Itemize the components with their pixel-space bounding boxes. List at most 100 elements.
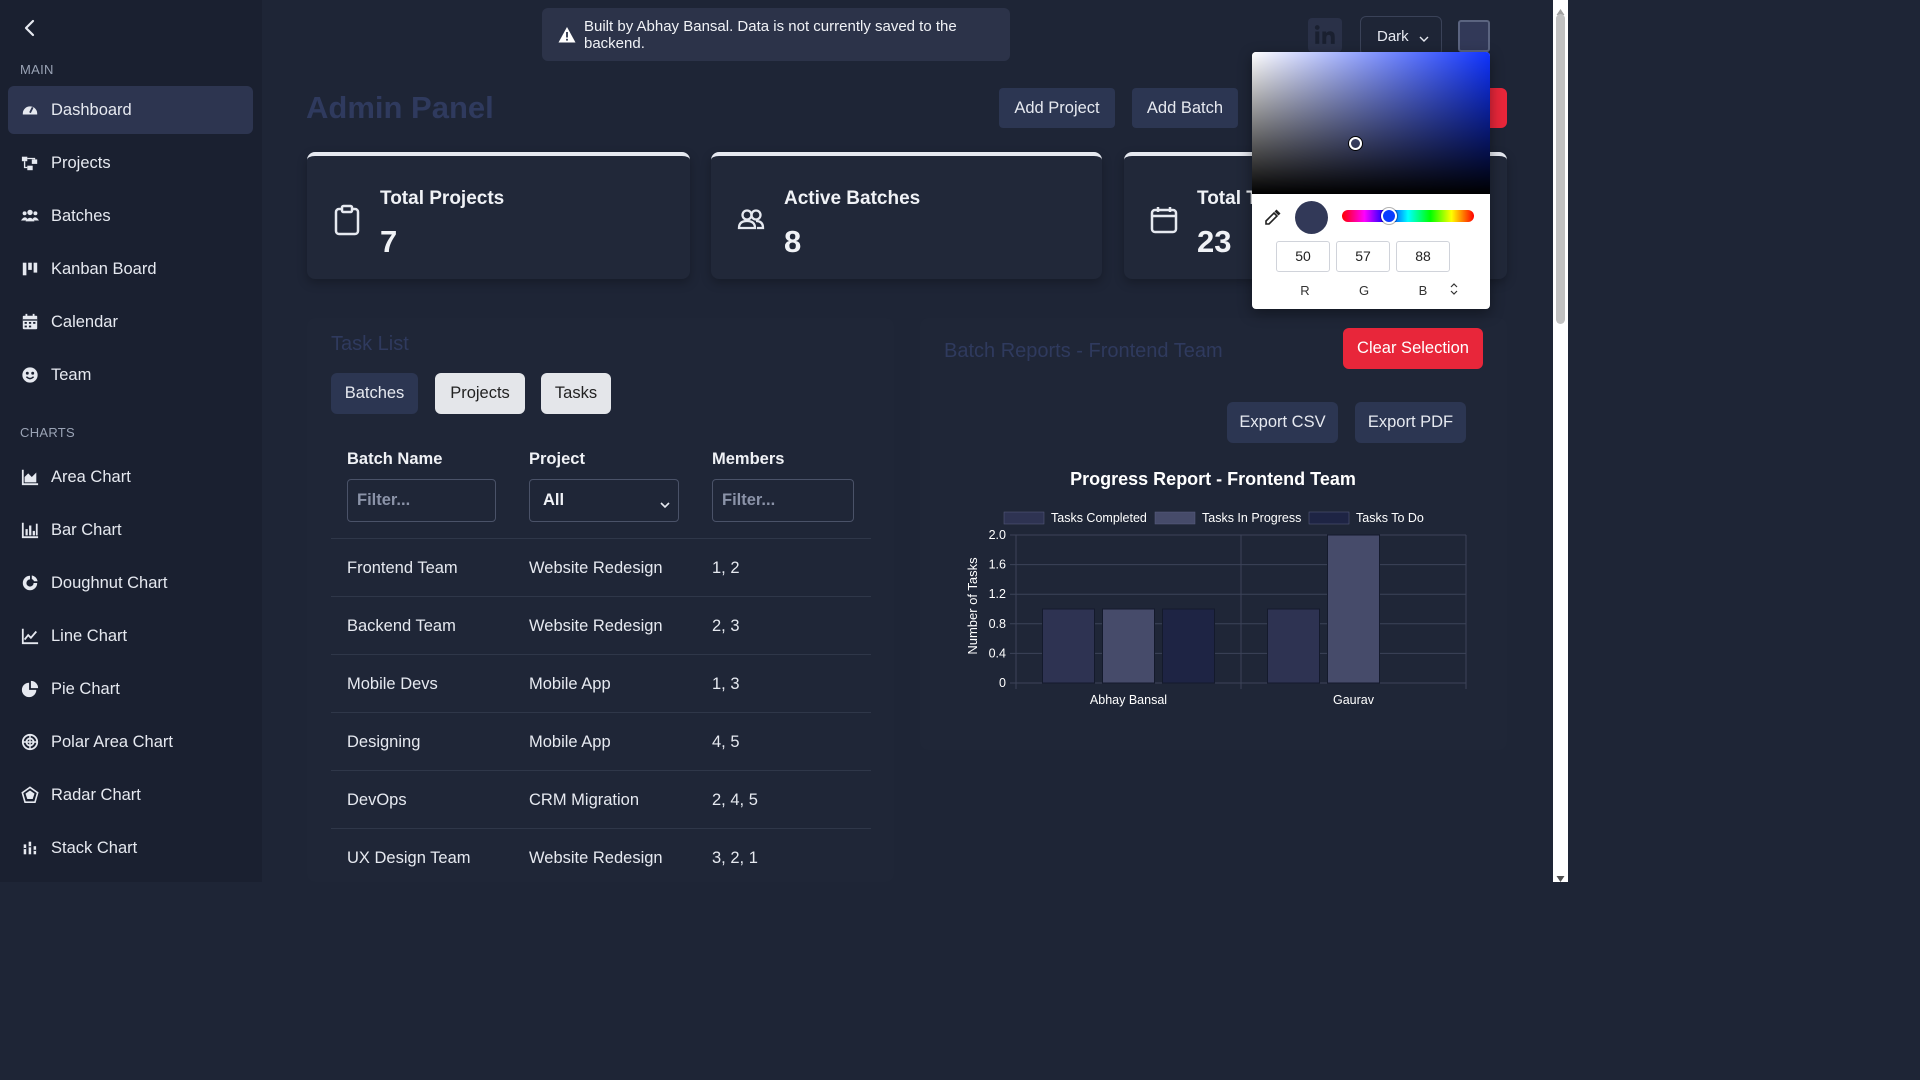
blue-label: B xyxy=(1418,283,1428,298)
page-scrollbar[interactable] xyxy=(1553,0,1568,882)
project-cell: Website Redesign xyxy=(529,559,663,577)
add-batch-button[interactable]: Add Batch xyxy=(1132,88,1238,128)
red-label: R xyxy=(1300,283,1310,298)
sidebar-item-dashboard[interactable]: Dashboard xyxy=(8,86,253,134)
table-row[interactable]: Backend Team Website Redesign 2, 3 xyxy=(331,596,871,654)
sidebar-item-label: Area Chart xyxy=(51,467,131,486)
members-cell: 3, 2, 1 xyxy=(712,849,758,867)
blue-input[interactable]: 88 xyxy=(1396,241,1450,272)
sidebar-item-label: Stack Chart xyxy=(51,838,138,857)
table-row[interactable]: DevOps CRM Migration 2, 4, 5 xyxy=(331,770,871,828)
members-cell: 4, 5 xyxy=(712,733,740,751)
tab-projects[interactable]: Projects xyxy=(435,373,525,414)
scroll-up-icon[interactable] xyxy=(1556,3,1565,15)
sidebar-item-polar-area-chart[interactable]: Polar Area Chart xyxy=(8,718,253,766)
legend-label: Tasks In Progress xyxy=(1202,511,1301,525)
sidebar-item-label: Pie Chart xyxy=(51,679,120,698)
stat-card-total-projects: Total Projects 7 xyxy=(307,152,690,279)
sidebar-item-kanban[interactable]: Kanban Board xyxy=(8,245,253,293)
main-section-label: MAIN xyxy=(20,62,54,77)
table-row[interactable]: Mobile Devs Mobile App 1, 3 xyxy=(331,654,871,712)
batch-name-cell: UX Design Team xyxy=(347,849,471,867)
y-tick-label: 2.0 xyxy=(989,528,1006,542)
green-input[interactable]: 57 xyxy=(1336,241,1390,272)
clear-selection-button[interactable]: Clear Selection xyxy=(1343,328,1483,369)
sidebar-item-label: Projects xyxy=(51,153,111,172)
column-header-members[interactable]: Members xyxy=(712,450,784,469)
calendar-icon xyxy=(1150,204,1178,236)
chart-title: Progress Report - Frontend Team xyxy=(1070,469,1356,489)
green-label: G xyxy=(1358,283,1370,298)
legend-swatch xyxy=(1003,511,1045,525)
add-project-button[interactable]: Add Project xyxy=(999,88,1115,128)
hue-slider[interactable] xyxy=(1342,210,1474,222)
saturation-value-handle[interactable] xyxy=(1349,137,1362,150)
table-row[interactable]: UX Design Team Website Redesign 3, 2, 1 xyxy=(331,828,871,886)
sidebar-item-label: Batches xyxy=(51,206,111,225)
sidebar-item-label: Calendar xyxy=(51,312,118,331)
x-tick-label: Abhay Bansal xyxy=(1090,693,1167,707)
back-arrow-icon[interactable] xyxy=(18,16,42,40)
theme-select[interactable]: Dark xyxy=(1360,16,1442,56)
stat-label: Total T xyxy=(1197,188,1258,209)
users-icon xyxy=(737,204,765,236)
table-row[interactable]: Designing Mobile App 4, 5 xyxy=(331,712,871,770)
sidebar-item-calendar[interactable]: Calendar xyxy=(8,298,253,346)
sidebar-item-label: Polar Area Chart xyxy=(51,732,173,751)
saturation-value-area[interactable] xyxy=(1252,52,1490,194)
sidebar-item-label: Doughnut Chart xyxy=(51,573,168,592)
hue-slider-handle[interactable] xyxy=(1381,208,1397,224)
tab-tasks[interactable]: Tasks xyxy=(541,373,611,414)
bar-chart-icon xyxy=(20,520,40,540)
sidebar-item-radar-chart[interactable]: Radar Chart xyxy=(8,771,253,819)
members-cell: 2, 3 xyxy=(712,617,740,635)
bar xyxy=(1327,534,1380,684)
members-cell: 2, 4, 5 xyxy=(712,791,758,809)
linkedin-icon[interactable] xyxy=(1308,18,1342,52)
sidebar-item-pie-chart[interactable]: Pie Chart xyxy=(8,665,253,713)
batch-reports-title: Batch Reports - Frontend Team xyxy=(944,340,1223,362)
project-cell: Website Redesign xyxy=(529,617,663,635)
color-preview xyxy=(1295,201,1328,234)
project-cell: CRM Migration xyxy=(529,791,640,809)
bar xyxy=(1162,608,1215,684)
sidebar-item-bar-chart[interactable]: Bar Chart xyxy=(8,506,253,554)
stat-label: Total Projects xyxy=(380,188,505,209)
dashboard-icon xyxy=(20,100,40,120)
legend-label: Tasks Completed xyxy=(1051,511,1147,525)
page-title: Admin Panel xyxy=(306,90,494,125)
warning-icon xyxy=(558,26,576,44)
batch-name-filter-input[interactable] xyxy=(347,479,496,522)
sidebar-item-projects[interactable]: Projects xyxy=(8,139,253,187)
export-csv-button[interactable]: Export CSV xyxy=(1227,402,1338,443)
batch-name-cell: Designing xyxy=(347,733,421,751)
column-header-project[interactable]: Project xyxy=(529,450,585,469)
sidebar-item-team[interactable]: Team xyxy=(8,351,253,399)
project-filter-select[interactable]: All xyxy=(529,479,679,522)
members-filter-input[interactable] xyxy=(712,479,854,522)
color-picker-toggle[interactable] xyxy=(1458,20,1490,52)
batch-name-cell: Backend Team xyxy=(347,617,456,635)
stat-label: Active Batches xyxy=(784,188,921,209)
pie-chart-icon xyxy=(20,679,40,699)
sidebar-item-batches[interactable]: Batches xyxy=(8,192,253,240)
column-header-batch-name[interactable]: Batch Name xyxy=(347,450,442,469)
eyedropper-icon[interactable] xyxy=(1264,208,1282,226)
bar xyxy=(1267,608,1320,684)
charts-section-label: CHARTS xyxy=(20,425,76,440)
sidebar-item-doughnut-chart[interactable]: Doughnut Chart xyxy=(8,559,253,607)
sidebar-item-area-chart[interactable]: Area Chart xyxy=(8,453,253,501)
table-row[interactable]: Frontend Team Website Redesign 1, 2 xyxy=(331,538,871,596)
area-chart-icon xyxy=(20,467,40,487)
bar xyxy=(1102,608,1155,684)
tab-batches[interactable]: Batches xyxy=(331,373,418,414)
scroll-down-icon[interactable] xyxy=(1556,870,1565,882)
scrollbar-thumb[interactable] xyxy=(1556,14,1565,324)
sidebar-item-line-chart[interactable]: Line Chart xyxy=(8,612,253,660)
red-input[interactable]: 50 xyxy=(1276,241,1330,272)
export-pdf-button[interactable]: Export PDF xyxy=(1355,402,1466,443)
stat-value: 23 xyxy=(1197,224,1232,259)
x-tick-label: Gaurav xyxy=(1333,693,1375,707)
sidebar-item-stack-chart[interactable]: Stack Chart xyxy=(8,824,253,872)
format-toggle-icon[interactable] xyxy=(1448,281,1460,297)
